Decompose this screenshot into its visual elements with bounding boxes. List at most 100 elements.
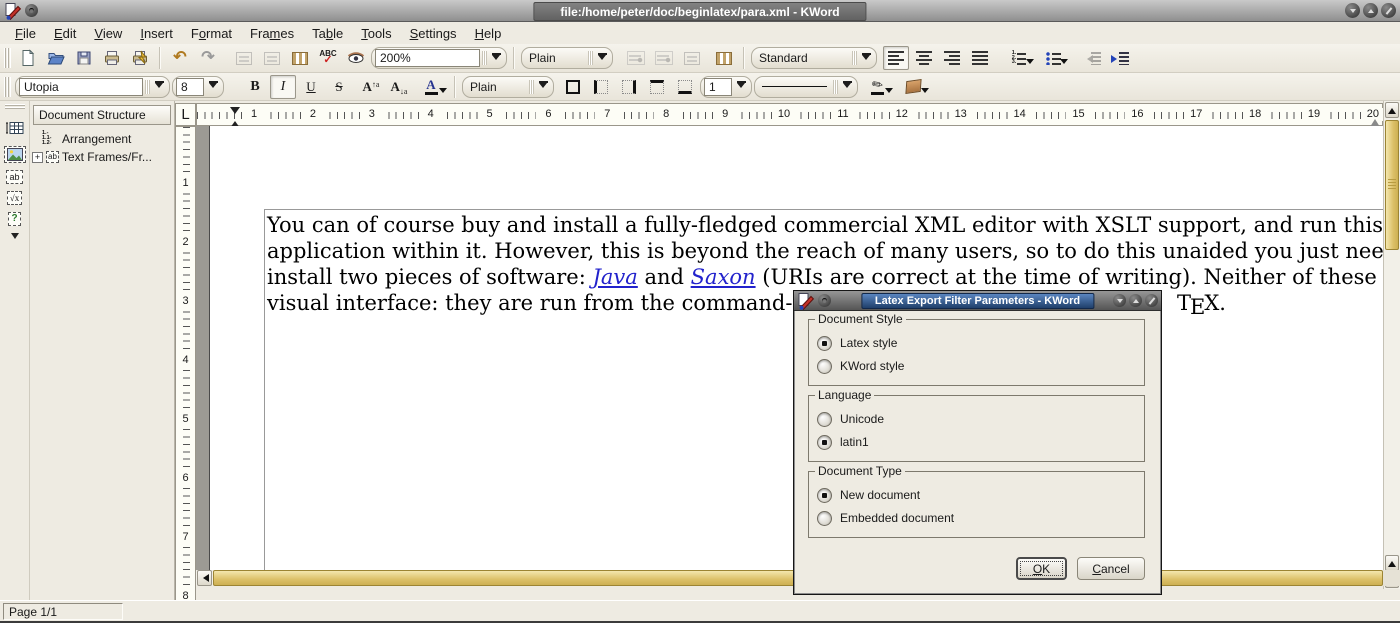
align-right-button[interactable] [939,46,965,70]
minimize-icon[interactable] [1345,3,1360,18]
scroll-left-button[interactable] [197,570,212,586]
minimize-icon[interactable] [1113,294,1126,307]
spellcheck-button[interactable]: ABC✓ [315,46,341,70]
autocorrect-button[interactable] [343,46,369,70]
insert-picture-button[interactable] [4,146,26,163]
open-document-button[interactable] [43,46,69,70]
insert-textframe-button[interactable]: ab [6,170,22,184]
strikethrough-button[interactable]: S [326,75,352,99]
maximize-icon[interactable] [1363,3,1378,18]
chevron-down-icon[interactable] [885,88,893,97]
menu-item[interactable]: Help [466,24,511,43]
toolbar-handle[interactable] [4,77,11,97]
insert-object-button[interactable]: ? [8,212,20,226]
print-button[interactable] [99,46,125,70]
radio-icon[interactable] [817,359,832,374]
menu-item[interactable]: View [85,24,131,43]
paragraph-line[interactable]: visual interface: they are run from the … [267,290,845,316]
radio-icon[interactable] [817,412,832,427]
paragraph-line[interactable]: install two pieces of software: Java and… [267,264,1383,290]
border-bottom-button[interactable] [672,75,698,99]
ruler-corner[interactable]: L [175,103,196,126]
chevron-down-icon[interactable] [536,81,550,92]
border-top-button[interactable] [644,75,670,99]
border-outline-button[interactable] [560,75,586,99]
frame-style-button[interactable] [711,46,737,70]
horizontal-ruler[interactable]: 1234567891011121314151617181920 [196,103,1383,126]
tree-item-arrangement[interactable]: 1.- 1.1- 1.2- Arrangement [30,129,174,148]
radio-checked-icon[interactable] [817,488,832,503]
radio-row-unicode[interactable]: Unicode [817,410,884,428]
toolbar-overflow-icon[interactable] [11,233,19,243]
border-width-combobox[interactable]: 1 [700,76,752,98]
align-center-button[interactable] [911,46,937,70]
chevron-down-icon[interactable] [1026,59,1034,68]
vertical-scrollbar-thumb[interactable] [1385,120,1399,250]
undo-button[interactable]: ↶ [167,46,193,70]
close-icon[interactable] [1145,294,1158,307]
italic-button[interactable]: I [270,75,296,99]
menu-item[interactable]: File [6,24,45,43]
char-style-combobox[interactable]: Plain [462,76,554,98]
border-right-button[interactable] [616,75,642,99]
numbered-list-button[interactable]: 1. 2. 3. [1003,46,1035,70]
chevron-down-icon[interactable] [489,53,503,64]
radio-row-embedded-document[interactable]: Embedded document [817,509,954,527]
cancel-button[interactable]: Cancel [1077,557,1145,580]
font-family-combobox[interactable]: Utopia [15,76,170,98]
menu-item[interactable]: Settings [401,24,466,43]
increase-indent-button[interactable] [1107,46,1133,70]
font-size-combobox[interactable]: 8 [172,76,224,98]
toolbar-handle[interactable] [4,48,11,68]
align-left-button[interactable] [883,46,909,70]
radio-checked-icon[interactable] [817,336,832,351]
chevron-down-icon[interactable] [921,88,929,97]
paragraph-style-combobox[interactable]: Plain [521,47,613,69]
window-menu-icon[interactable] [818,294,831,307]
expander-plus-icon[interactable]: + [32,152,43,163]
tree-item-text-frames[interactable]: + ab Text Frames/Fr... [30,148,174,166]
radio-icon[interactable] [817,511,832,526]
style-combobox[interactable]: Standard [751,47,877,69]
menu-item[interactable]: Frames [241,24,303,43]
document-canvas[interactable]: You can of course buy and install a full… [196,126,1383,586]
bullet-list-button[interactable] [1037,46,1069,70]
underline-button[interactable]: U [298,75,324,99]
font-color-button[interactable]: A [414,75,448,99]
radio-row-latex-style[interactable]: Latex style [817,334,897,352]
chevron-down-icon[interactable] [595,53,609,64]
radio-checked-icon[interactable] [817,435,832,450]
vertical-ruler[interactable]: 12345678 [175,126,196,601]
menu-item[interactable]: Tools [352,24,400,43]
chevron-down-icon[interactable] [1060,59,1068,68]
menu-item[interactable]: Table [303,24,352,43]
chevron-down-icon[interactable] [439,88,447,97]
new-document-button[interactable] [15,46,41,70]
chevron-down-icon[interactable] [840,81,854,92]
scroll-up-button[interactable] [1385,102,1399,118]
menu-item[interactable]: Format [182,24,241,43]
chevron-down-icon[interactable] [859,53,873,64]
bold-button[interactable]: B [242,75,268,99]
insert-table-button[interactable] [4,117,26,139]
align-justify-button[interactable] [967,46,993,70]
paragraph-line[interactable]: You can of course buy and install a full… [267,212,1383,238]
window-menu-icon[interactable] [25,4,38,17]
radio-row-new-document[interactable]: New document [817,486,920,504]
maximize-icon[interactable] [1129,294,1142,307]
print-preview-button[interactable] [127,46,153,70]
hyperlink-saxon[interactable]: Saxon [691,265,756,289]
radio-row-latin1[interactable]: latin1 [817,433,869,451]
insert-formula-button[interactable]: √x [7,191,22,205]
superscript-button[interactable]: A↑a [358,75,384,99]
close-icon[interactable] [1381,3,1396,18]
frame-tool-button-3[interactable] [287,46,313,70]
border-left-button[interactable] [588,75,614,99]
scroll-up-button-bottom[interactable] [1385,555,1399,571]
paragraph-line[interactable]: application within it. However, this is … [267,238,1383,264]
chevron-down-icon[interactable] [734,81,748,92]
ok-button[interactable]: OK [1016,557,1067,580]
toolbar-handle[interactable] [5,104,25,110]
border-style-combobox[interactable] [754,76,858,98]
zoom-combobox[interactable]: 200% [371,47,507,69]
